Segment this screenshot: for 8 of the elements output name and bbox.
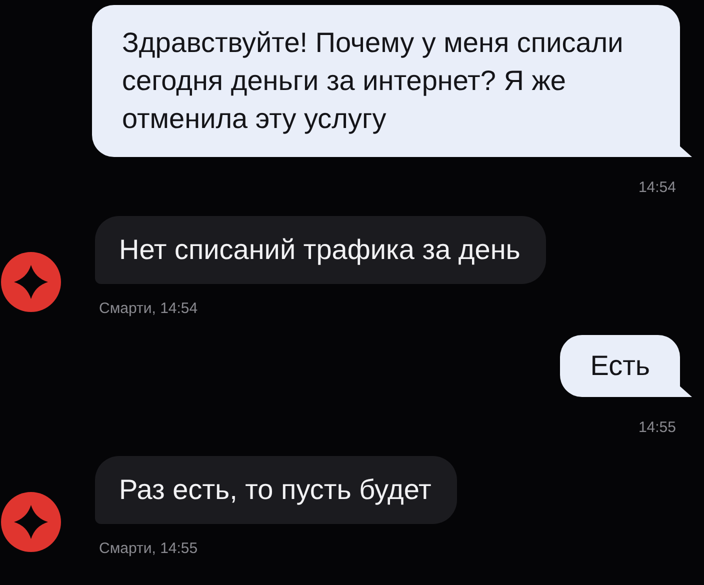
outgoing-message: Здравствуйте! Почему у меня списали сегодня деньги за интернет? Я же отменила эту услугу [92,5,692,157]
incoming-message: Нет списаний трафика за день [95,216,546,284]
sender-time: Смарти, 14:55 [99,540,198,557]
incoming-message: Раз есть, то пусть будет [95,456,458,524]
message-time: 14:55 [638,419,676,436]
sender-time: Смарти, 14:54 [99,300,198,317]
outgoing-message: Есть [560,335,692,397]
message-time: 14:54 [638,179,676,196]
